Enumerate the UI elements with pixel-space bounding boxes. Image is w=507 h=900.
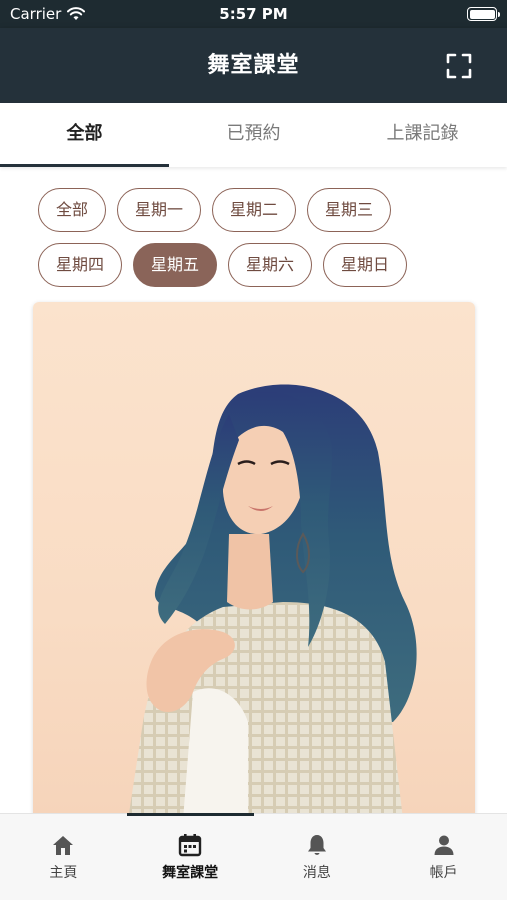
instructor-photo	[128, 384, 417, 820]
fullscreen-button[interactable]	[445, 52, 473, 80]
day-chip-saturday[interactable]: 星期六	[228, 243, 313, 287]
day-chip-thursday[interactable]: 星期四	[38, 243, 123, 287]
nav-label-classes: 舞室課堂	[162, 865, 219, 881]
tab-history[interactable]: 上課記錄	[338, 103, 507, 167]
battery-icon	[467, 7, 500, 21]
class-card[interactable]	[33, 302, 475, 820]
page-title: 舞室課堂	[207, 53, 300, 78]
day-chip-wednesday[interactable]: 星期三	[307, 188, 392, 232]
day-filter-row: 全部 星期一 星期二 星期三	[38, 188, 478, 232]
battery-tip	[497, 11, 500, 17]
app-header: 舞室課堂	[0, 28, 507, 103]
nav-item-messages[interactable]: 消息	[254, 814, 381, 900]
nav-item-home[interactable]: 主頁	[0, 814, 127, 900]
tab-bar: 全部 已預約 上課記錄	[0, 103, 507, 167]
day-filter-row: 星期四 星期五 星期六 星期日	[38, 243, 478, 287]
home-icon	[53, 836, 74, 855]
day-chip-tuesday[interactable]: 星期二	[212, 188, 297, 232]
tab-all[interactable]: 全部	[0, 103, 169, 167]
calendar-icon	[178, 834, 202, 857]
bottom-nav: 主頁 舞室課堂 消息 帳戶	[0, 813, 507, 900]
nav-item-account[interactable]: 帳戶	[380, 814, 507, 900]
bell-icon	[307, 835, 326, 855]
status-bar: Carrier 5:57 PM	[0, 0, 507, 28]
tab-booked[interactable]: 已預約	[169, 103, 338, 167]
nav-label-home: 主頁	[49, 865, 78, 881]
day-chip-all[interactable]: 全部	[38, 188, 107, 232]
nav-label-messages: 消息	[302, 865, 331, 881]
day-chip-monday[interactable]: 星期一	[117, 188, 202, 232]
day-filter: 全部 星期一 星期二 星期三 星期四 星期五 星期六 星期日	[38, 188, 478, 298]
day-chip-friday[interactable]: 星期五	[133, 243, 218, 287]
nav-label-account: 帳戶	[429, 865, 458, 881]
status-time: 5:57 PM	[219, 5, 288, 23]
battery-fill	[469, 9, 495, 19]
nav-item-classes[interactable]: 舞室課堂	[126, 813, 254, 900]
day-chip-sunday[interactable]: 星期日	[323, 243, 408, 287]
user-icon	[434, 835, 454, 855]
fullscreen-icon	[446, 53, 472, 79]
